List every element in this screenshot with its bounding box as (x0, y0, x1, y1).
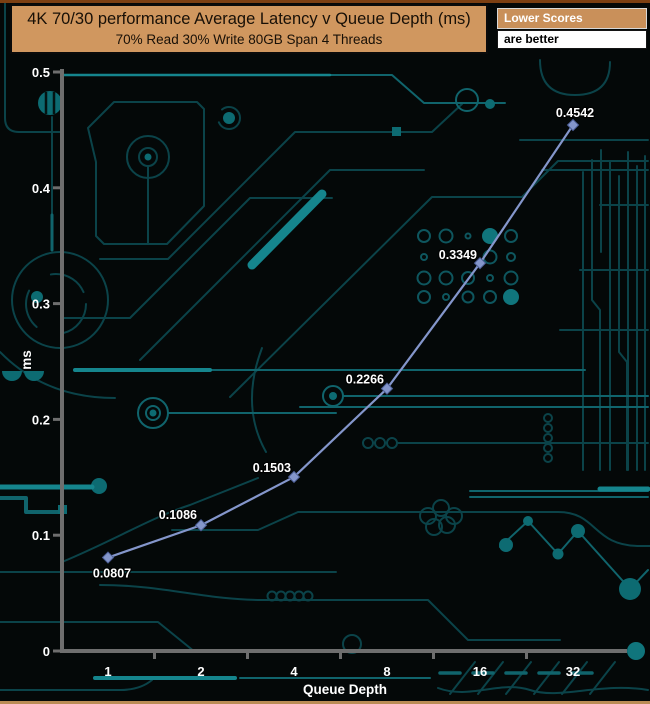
screenshot-frame: 0 0.1 0.2 0.3 0.4 0.5 1 2 4 8 16 32 Queue Depth ms 0.0… (0, 0, 650, 704)
axis-labels: 0 0.1 0.2 0.3 0.4 0.5 1 2 4 8 16 32 Queue Depth ms (19, 65, 580, 697)
data-points (102, 120, 578, 564)
y-tick-label: 0.2 (32, 412, 50, 427)
latency-line (108, 125, 573, 558)
x-tick-label: 1 (104, 664, 111, 679)
chart-title-box: 4K 70/30 performance Average Latency v Q… (10, 4, 488, 54)
latency-chart: 0 0.1 0.2 0.3 0.4 0.5 1 2 4 8 16 32 Queue Depth ms 0.0… (0, 0, 650, 704)
data-point-label: 0.1503 (253, 461, 291, 475)
top-border-line (0, 0, 650, 3)
y-tick-label: 0.3 (32, 297, 50, 312)
x-axis-title: Queue Depth (303, 682, 387, 697)
data-point-label: 0.4542 (556, 106, 594, 120)
legend-lower-scores: Lower Scores (497, 8, 647, 29)
chart-subtitle: 70% Read 30% Write 80GB Span 4 Threads (12, 30, 486, 49)
y-axis-title: ms (19, 350, 34, 370)
data-point-label: 0.2266 (346, 373, 384, 387)
x-tick-label: 16 (473, 664, 487, 679)
data-point-label: 0.1086 (159, 508, 197, 522)
data-point-marker (102, 552, 113, 563)
x-tick-label: 4 (290, 664, 298, 679)
y-tick-label: 0.1 (32, 528, 50, 543)
data-point-label: 0.0807 (93, 567, 131, 581)
legend-are-better: are better (497, 30, 647, 49)
x-tick-label: 8 (383, 664, 390, 679)
x-tick-label: 32 (566, 664, 580, 679)
data-point-label: 0.3349 (439, 248, 477, 262)
y-tick-label: 0.5 (32, 65, 50, 80)
y-tick-label: 0 (43, 644, 50, 659)
chart-title: 4K 70/30 performance Average Latency v Q… (12, 9, 486, 30)
data-point-labels: 0.0807 0.1086 0.1503 0.2266 0.3349 0.4542 (93, 106, 594, 581)
axes (53, 69, 627, 659)
y-tick-label: 0.4 (32, 181, 51, 196)
x-tick-label: 2 (197, 664, 204, 679)
data-point-marker (195, 520, 206, 531)
